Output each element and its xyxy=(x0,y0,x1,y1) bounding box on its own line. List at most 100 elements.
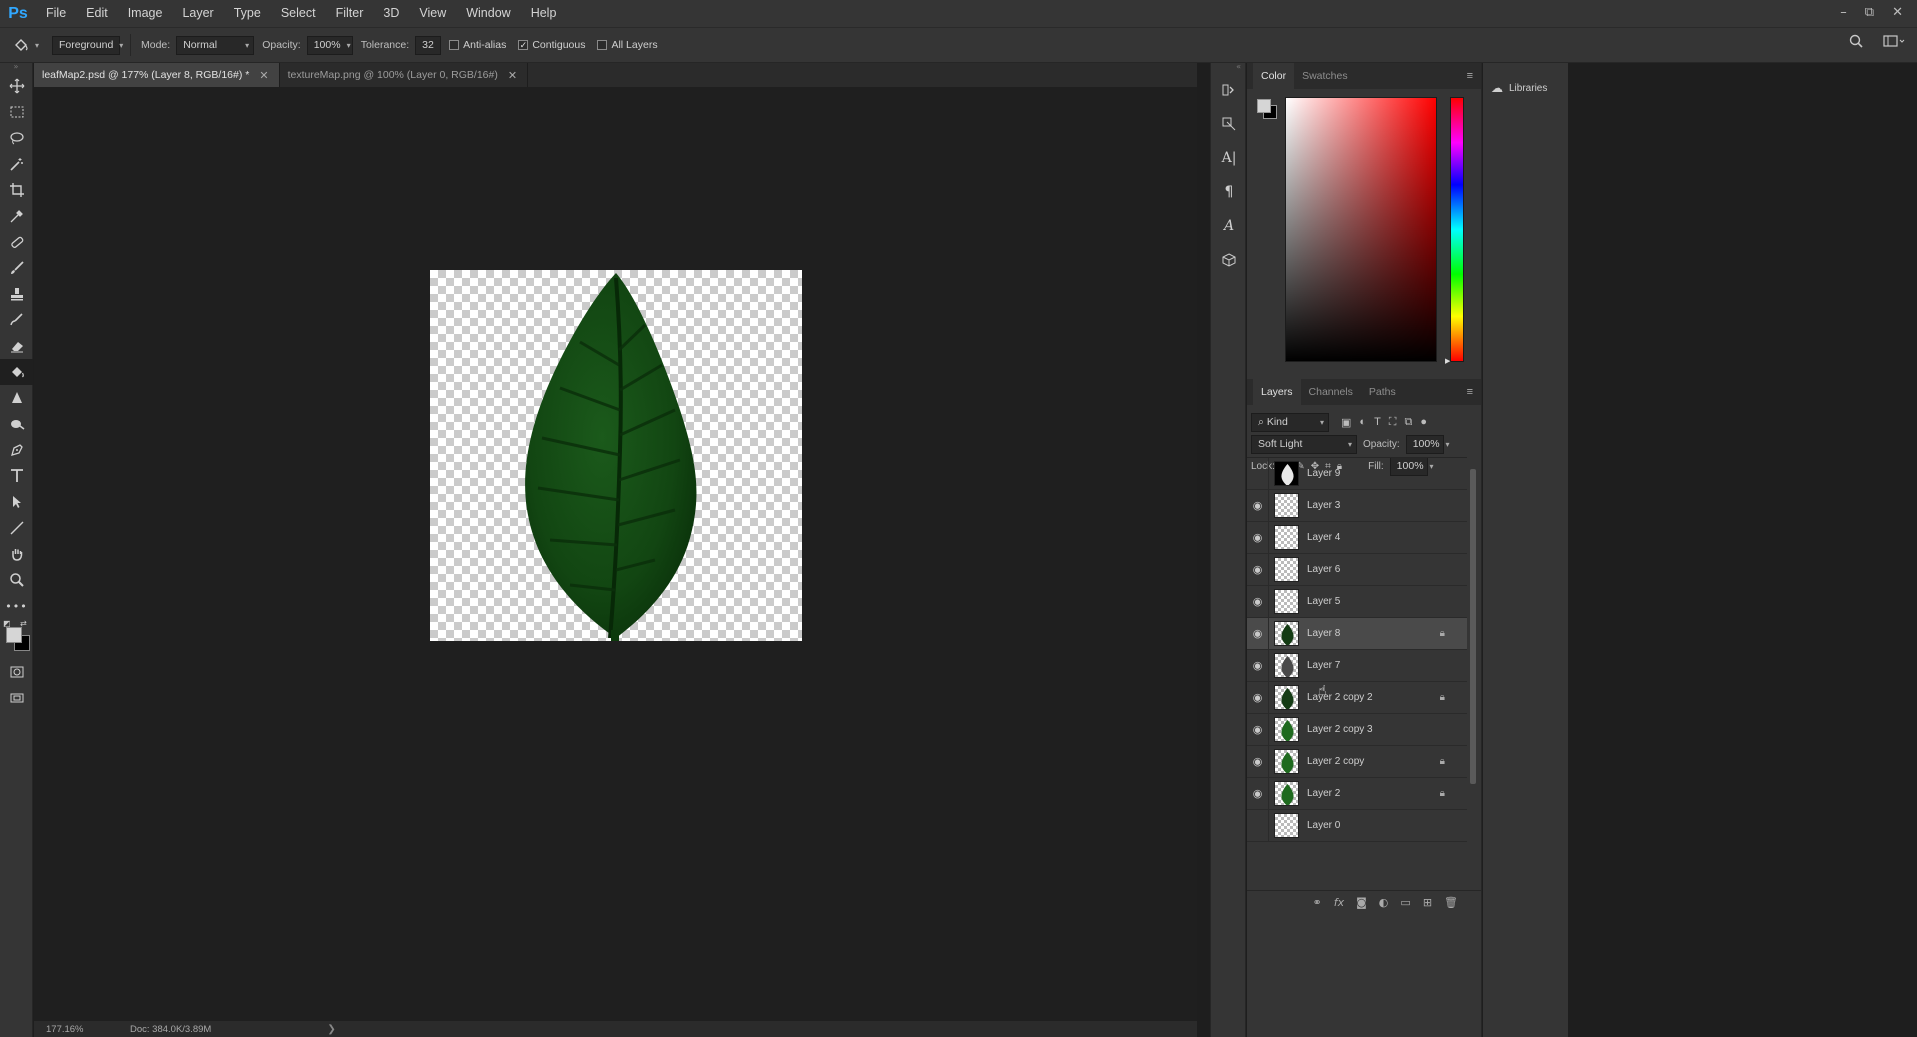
anti-alias-option[interactable]: Anti-alias xyxy=(449,39,506,51)
layer-row[interactable]: ◉ Layer 7 xyxy=(1247,649,1467,682)
color-saturation-field[interactable] xyxy=(1285,97,1437,362)
layer-row[interactable]: ◉ Layer 5 xyxy=(1247,585,1467,618)
color-foreground-swatch[interactable] xyxy=(1257,99,1271,113)
lasso-tool[interactable] xyxy=(0,125,33,151)
screen-mode-button[interactable] xyxy=(0,685,33,711)
layer-opacity-field[interactable]: 100% ▾ xyxy=(1405,434,1450,454)
foreground-color-swatch[interactable] xyxy=(6,627,22,643)
visibility-eye-icon[interactable]: ◉ xyxy=(1247,777,1269,810)
filter-smart-object-icon[interactable]: ⧉ xyxy=(1405,416,1413,429)
layer-row[interactable]: ◉ Layer 2 copy 3 xyxy=(1247,713,1467,746)
menu-window[interactable]: Window xyxy=(456,0,520,27)
pen-tool[interactable] xyxy=(0,437,33,463)
toolbox-grip[interactable]: » xyxy=(0,63,32,73)
layer-thumbnail[interactable] xyxy=(1274,557,1299,582)
delete-layer-icon[interactable]: 🗑︎ xyxy=(1444,896,1458,909)
hue-slider[interactable] xyxy=(1450,97,1464,362)
layer-row[interactable]: ◉ Layer 6 xyxy=(1247,553,1467,586)
layer-thumbnail[interactable] xyxy=(1274,685,1299,710)
visibility-eye-icon[interactable]: ◉ xyxy=(1247,713,1269,746)
dodge-tool[interactable] xyxy=(0,411,33,437)
layer-thumbnail[interactable] xyxy=(1274,781,1299,806)
visibility-eye-icon[interactable]: ◉ xyxy=(1247,585,1269,618)
menu-3d[interactable]: 3D xyxy=(373,0,409,27)
visibility-eye-icon[interactable]: ◉ xyxy=(1247,617,1269,650)
menu-type[interactable]: Type xyxy=(224,0,271,27)
layer-thumbnail[interactable] xyxy=(1274,621,1299,646)
panel-menu-icon[interactable]: ≡ xyxy=(1467,70,1473,82)
all-layers-option[interactable]: All Layers xyxy=(597,39,658,51)
anti-alias-checkbox[interactable] xyxy=(449,40,460,50)
tab-leafmap2[interactable]: leafMap2.psd @ 177% (Layer 8, RGB/16#) *… xyxy=(34,63,280,87)
filter-type-icon[interactable]: T xyxy=(1374,416,1381,429)
clone-stamp-tool[interactable] xyxy=(0,281,33,307)
visibility-eye-icon[interactable]: ◉ xyxy=(1247,745,1269,778)
layer-thumbnail[interactable] xyxy=(1274,525,1299,550)
tab-paths[interactable]: Paths xyxy=(1361,379,1404,405)
history-brush-tool[interactable] xyxy=(0,307,33,333)
visibility-eye-icon[interactable]: ◉ xyxy=(1247,681,1269,714)
layer-row[interactable]: ◉ Layer 3 xyxy=(1247,489,1467,522)
close-icon[interactable]: ✕ xyxy=(508,69,517,82)
edit-toolbar-button[interactable]: ••• xyxy=(0,593,33,619)
menu-view[interactable]: View xyxy=(409,0,456,27)
paint-bucket-tool[interactable] xyxy=(0,359,33,385)
tab-channels[interactable]: Channels xyxy=(1301,379,1361,405)
opacity-field[interactable]: 100% ▾ xyxy=(306,35,353,55)
mode-select[interactable]: Normal ▾ xyxy=(176,35,255,55)
contiguous-option[interactable]: ✓ Contiguous xyxy=(518,39,585,51)
quick-mask-button[interactable] xyxy=(0,659,33,685)
menu-edit[interactable]: Edit xyxy=(76,0,118,27)
hue-marker-icon[interactable]: ▶ xyxy=(1445,357,1450,365)
layer-thumbnail[interactable] xyxy=(1274,813,1299,838)
layer-row[interactable]: ◉ Layer 0 xyxy=(1247,809,1467,842)
visibility-eye-icon[interactable]: ◉ xyxy=(1247,458,1269,490)
new-layer-icon[interactable]: ⊞ xyxy=(1423,896,1432,909)
layer-thumbnail[interactable] xyxy=(1274,589,1299,614)
layers-scrollbar[interactable] xyxy=(1468,457,1478,890)
layer-row[interactable]: ◉ Layer 2 🔒︎ xyxy=(1247,777,1467,810)
layer-row[interactable]: ◉ Layer 2 copy 🔒︎ xyxy=(1247,745,1467,778)
hand-tool[interactable] xyxy=(0,541,33,567)
path-selection-tool[interactable] xyxy=(0,489,33,515)
menu-image[interactable]: Image xyxy=(118,0,173,27)
adjustment-layer-icon[interactable]: ◐ xyxy=(1379,896,1389,909)
magic-wand-tool[interactable] xyxy=(0,151,33,177)
layer-thumbnail[interactable] xyxy=(1274,493,1299,518)
filter-adjustment-icon[interactable]: ◐ xyxy=(1359,416,1366,429)
layer-row[interactable]: ◉ Layer 4 xyxy=(1247,521,1467,554)
workspace-icon[interactable] xyxy=(1883,34,1905,48)
canvas-area[interactable] xyxy=(34,87,1197,1021)
tab-layers[interactable]: Layers xyxy=(1253,379,1301,405)
chevron-right-icon[interactable]: ❯ xyxy=(327,1024,335,1035)
marquee-tool[interactable] xyxy=(0,99,33,125)
layer-row[interactable]: ◉ Layer 9 xyxy=(1247,458,1467,490)
character-panel-button[interactable]: A| xyxy=(1211,141,1247,175)
panel-collapse-grip[interactable]: « xyxy=(1211,63,1245,73)
minimize-button[interactable]: – xyxy=(1840,5,1847,20)
link-layers-icon[interactable]: ⚭ xyxy=(1313,896,1322,909)
layer-row[interactable]: ◉ Layer 8 🔒︎ xyxy=(1247,617,1467,650)
visibility-eye-icon[interactable]: ◉ xyxy=(1247,649,1269,682)
menu-help[interactable]: Help xyxy=(521,0,567,27)
tool-preset-picker[interactable]: ▾ xyxy=(0,30,52,60)
healing-brush-tool[interactable] xyxy=(0,229,33,255)
tab-swatches[interactable]: Swatches xyxy=(1294,63,1356,89)
menu-filter[interactable]: Filter xyxy=(326,0,374,27)
close-button[interactable]: ✕ xyxy=(1892,5,1903,20)
scrollbar-thumb[interactable] xyxy=(1470,469,1476,784)
document-canvas[interactable] xyxy=(430,270,802,641)
menu-file[interactable]: File xyxy=(36,0,76,27)
close-icon[interactable]: ✕ xyxy=(259,69,268,82)
filter-pixel-icon[interactable]: ▣ xyxy=(1341,416,1351,429)
layer-row[interactable]: ◉ Layer 2 copy 2 🔒︎ xyxy=(1247,681,1467,714)
zoom-tool[interactable] xyxy=(0,567,33,593)
layer-style-icon[interactable]: fx xyxy=(1334,896,1344,909)
tolerance-field[interactable]: 32 xyxy=(415,35,442,55)
history-panel-button[interactable] xyxy=(1211,73,1247,107)
layer-thumbnail[interactable] xyxy=(1274,461,1299,486)
layer-thumbnail[interactable] xyxy=(1274,749,1299,774)
panel-menu-icon[interactable]: ≡ xyxy=(1467,386,1473,398)
type-tool[interactable] xyxy=(0,463,33,489)
fill-source-select[interactable]: Foreground ▾ xyxy=(52,35,123,55)
